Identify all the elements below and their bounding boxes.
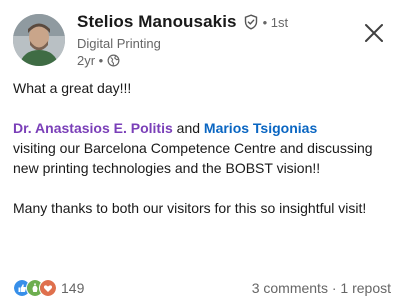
count-separator: · xyxy=(327,280,341,296)
reaction-count: 149 xyxy=(61,280,85,296)
verified-shield-icon xyxy=(244,14,257,30)
author-avatar[interactable] xyxy=(13,14,65,66)
mention-connector: and xyxy=(172,120,204,136)
mention-link-tsigonias[interactable]: Marios Tsigonias xyxy=(204,120,317,136)
love-reaction-icon xyxy=(39,279,57,297)
post-meta: 2yr • xyxy=(77,53,120,68)
close-icon[interactable] xyxy=(363,22,385,44)
social-counts-bar: 149 3 comments · 1 repost xyxy=(13,279,391,297)
reactions-summary[interactable]: 149 xyxy=(13,279,84,297)
engagement-counts: 3 comments · 1 repost xyxy=(252,280,391,296)
author-name-row: Stelios Manousakis • 1st xyxy=(77,12,288,32)
globe-icon xyxy=(107,54,120,67)
author-name[interactable]: Stelios Manousakis xyxy=(77,12,237,32)
post-line-intro: What a great day!!! xyxy=(13,80,132,96)
avatar-photo xyxy=(13,14,65,66)
author-headline: Digital Printing xyxy=(77,36,161,51)
post-time: 2yr • xyxy=(77,53,104,68)
mention-link-politis[interactable]: Dr. Anastasios E. Politis xyxy=(13,120,173,136)
post-paragraph: Dr. Anastasios E. Politis and Marios Tsi… xyxy=(13,118,391,178)
post-line-thanks: Many thanks to both our visitors for thi… xyxy=(13,200,367,216)
reposts-count-link[interactable]: 1 repost xyxy=(340,280,391,296)
post-text: What a great day!!! Dr. Anastasios E. Po… xyxy=(13,78,391,218)
connection-degree: • 1st xyxy=(262,14,289,30)
comments-count-link[interactable]: 3 comments xyxy=(252,280,328,296)
post-card: Stelios Manousakis • 1st Digital Printin… xyxy=(0,0,399,300)
post-line-visit: visiting our Barcelona Competence Centre… xyxy=(13,140,373,176)
